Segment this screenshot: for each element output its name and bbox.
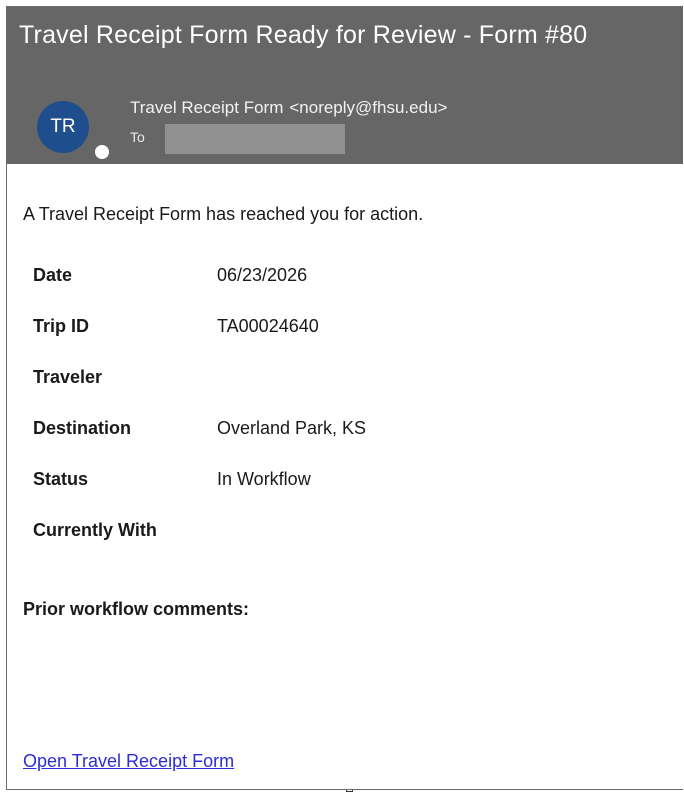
email-subject: Travel Receipt Form Ready for Review - F… (19, 21, 588, 49)
intro-text: A Travel Receipt Form has reached you fo… (23, 204, 424, 224)
comments-heading: Prior workflow comments: (23, 599, 250, 619)
open-form-link[interactable]: Open Travel Receipt Form (23, 751, 234, 772)
detail-label: Date (33, 265, 73, 285)
detail-label: Trip ID (33, 316, 90, 336)
detail-label: Status (33, 469, 89, 489)
sender-line[interactable]: Travel Receipt Form <noreply@fhsu.edu> (130, 98, 447, 118)
detail-value: In Workflow (217, 469, 311, 489)
sender-avatar[interactable]: TR (37, 101, 89, 153)
recipient-redacted (165, 124, 345, 154)
sender-name: Travel Receipt Form (130, 98, 284, 117)
presence-status-icon (93, 143, 111, 161)
to-label: To (130, 129, 145, 145)
sender-address: <noreply@fhsu.edu> (289, 98, 448, 117)
detail-label: Currently With (33, 520, 157, 540)
detail-value: 06/23/2026 (217, 265, 308, 285)
detail-value: Overland Park, KS (217, 418, 367, 438)
detail-value: TA00024640 (217, 316, 319, 336)
detail-label: Destination (33, 418, 132, 438)
email-header: Travel Receipt Form Ready for Review - F… (7, 7, 683, 164)
detail-label: Traveler (33, 367, 103, 387)
email-message: Travel Receipt Form Ready for Review - F… (6, 6, 683, 790)
